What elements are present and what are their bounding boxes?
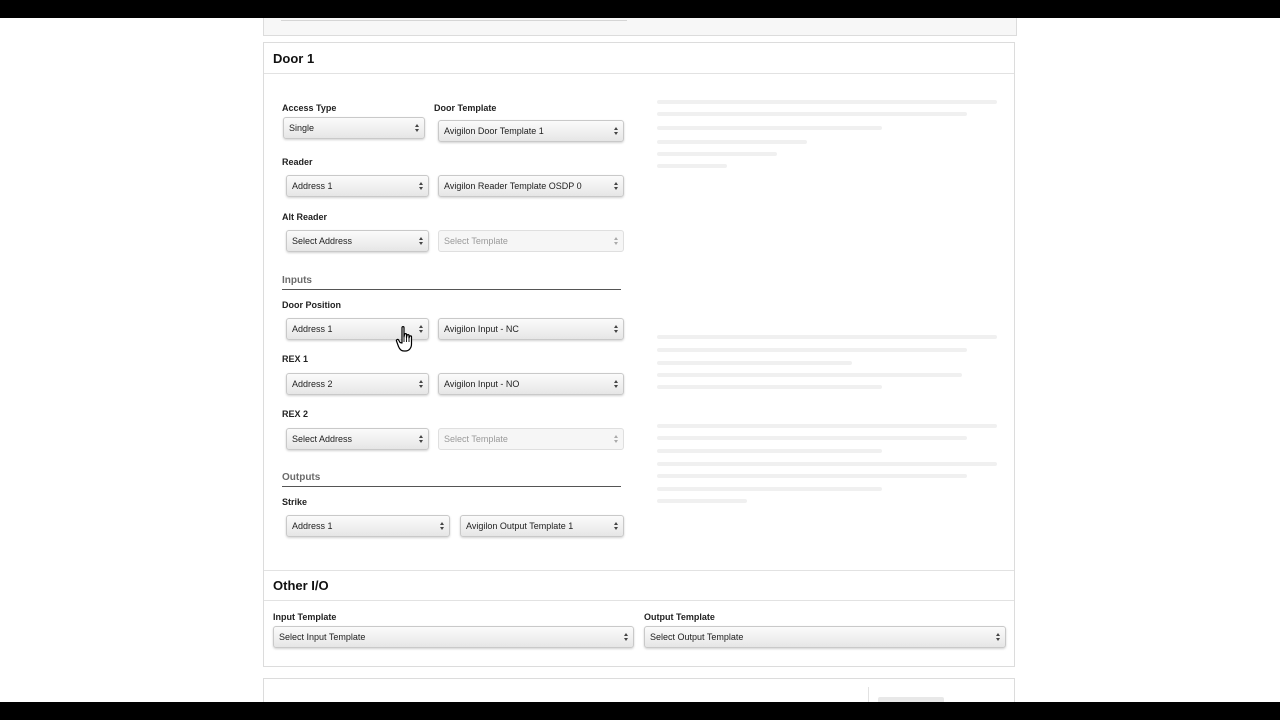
input-template-select[interactable]: Select Input Template <box>273 626 634 648</box>
select-arrows-icon <box>613 180 619 192</box>
rex2-address-value: Select Address <box>292 434 353 444</box>
rex1-template-value: Avigilon Input - NO <box>444 379 520 389</box>
access-type-label: Access Type <box>282 103 337 113</box>
blurred-text-line <box>657 152 777 156</box>
select-arrows-icon <box>623 631 629 643</box>
door-template-label: Door Template <box>434 103 497 113</box>
input-template-value: Select Input Template <box>279 632 366 642</box>
input-template-label: Input Template <box>273 612 337 622</box>
door-template-value: Avigilon Door Template 1 <box>444 126 544 136</box>
reader-template-value: Avigilon Reader Template OSDP 0 <box>444 181 582 191</box>
rex2-template-value: Select Template <box>444 434 508 444</box>
alt-reader-template-select: Select Template <box>438 230 624 252</box>
blurred-text-line <box>657 474 967 478</box>
select-arrows-icon <box>613 520 619 532</box>
blurred-text-line <box>657 373 962 377</box>
door-position-address-value: Address 1 <box>292 324 333 334</box>
blurred-text-line <box>657 449 882 453</box>
blurred-text-line <box>657 436 967 440</box>
blurred-text-line <box>657 424 997 428</box>
inputs-divider <box>282 289 621 290</box>
door-position-template-value: Avigilon Input - NC <box>444 324 519 334</box>
blurred-text-line <box>657 100 997 104</box>
outputs-heading: Outputs <box>282 472 321 483</box>
rex2-address-select[interactable]: Select Address <box>286 428 429 450</box>
select-arrows-icon <box>418 433 424 445</box>
select-arrows-icon <box>418 235 424 247</box>
blurred-text-line <box>657 348 967 352</box>
door-title-divider <box>264 73 1014 74</box>
reader-address-value: Address 1 <box>292 181 333 191</box>
door-position-label: Door Position <box>282 300 341 310</box>
select-arrows-icon <box>613 323 619 335</box>
select-arrows-icon <box>995 631 1001 643</box>
rex1-label: REX 1 <box>282 354 309 364</box>
blurred-text-line <box>657 126 882 130</box>
blurred-text-line <box>657 335 997 339</box>
reader-template-select[interactable]: Avigilon Reader Template OSDP 0 <box>438 175 624 197</box>
blurred-text-line <box>657 112 967 116</box>
output-template-value: Select Output Template <box>650 632 744 642</box>
select-arrows-icon <box>613 235 619 247</box>
rex1-address-value: Address 2 <box>292 379 333 389</box>
rex1-template-select[interactable]: Avigilon Input - NO <box>438 373 624 395</box>
previous-section-input <box>281 18 627 21</box>
select-arrows-icon <box>613 378 619 390</box>
door-template-select[interactable]: Avigilon Door Template 1 <box>438 120 624 142</box>
select-arrows-icon <box>439 520 445 532</box>
door-card: Door 1 Access Type Door Template Single … <box>263 42 1015 667</box>
select-arrows-icon <box>613 125 619 137</box>
reader-address-select[interactable]: Address 1 <box>286 175 429 197</box>
access-type-select[interactable]: Single <box>283 117 425 139</box>
other-io-title: Other I/O <box>273 578 329 593</box>
select-arrows-icon <box>418 323 424 335</box>
reader-label: Reader <box>282 157 313 167</box>
blurred-text-line <box>657 361 852 365</box>
door-position-template-select[interactable]: Avigilon Input - NC <box>438 318 624 340</box>
select-arrows-icon <box>414 122 420 134</box>
blurred-text-line <box>657 385 882 389</box>
strike-address-select[interactable]: Address 1 <box>286 515 450 537</box>
select-arrows-icon <box>418 180 424 192</box>
other-io-title-divider <box>264 600 1014 601</box>
outputs-divider <box>282 486 621 487</box>
strike-template-value: Avigilon Output Template 1 <box>466 521 574 531</box>
previous-section-card <box>263 18 1017 36</box>
blurred-text-line <box>657 487 882 491</box>
hand-pointer-icon <box>395 326 413 352</box>
rex2-template-select: Select Template <box>438 428 624 450</box>
inputs-heading: Inputs <box>282 275 312 286</box>
strike-address-value: Address 1 <box>292 521 333 531</box>
select-arrows-icon <box>418 378 424 390</box>
door-title: Door 1 <box>273 51 315 66</box>
output-template-label: Output Template <box>644 612 715 622</box>
access-type-value: Single <box>289 123 315 133</box>
strike-template-select[interactable]: Avigilon Output Template 1 <box>460 515 624 537</box>
alt-reader-address-select[interactable]: Select Address <box>286 230 429 252</box>
other-io-top-divider <box>264 570 1014 571</box>
alt-reader-label: Alt Reader <box>282 212 328 222</box>
select-arrows-icon <box>613 433 619 445</box>
blurred-text-line <box>657 140 807 144</box>
blurred-text-line <box>657 462 997 466</box>
alt-reader-address-value: Select Address <box>292 236 353 246</box>
blurred-text-line <box>657 164 727 168</box>
blurred-text-line <box>657 499 747 503</box>
bottom-letterbox-bar <box>0 702 1280 720</box>
output-template-select[interactable]: Select Output Template <box>644 626 1006 648</box>
alt-reader-template-value: Select Template <box>444 236 508 246</box>
rex2-label: REX 2 <box>282 409 309 419</box>
top-letterbox-bar <box>0 0 1280 18</box>
strike-label: Strike <box>282 497 308 507</box>
rex1-address-select[interactable]: Address 2 <box>286 373 429 395</box>
